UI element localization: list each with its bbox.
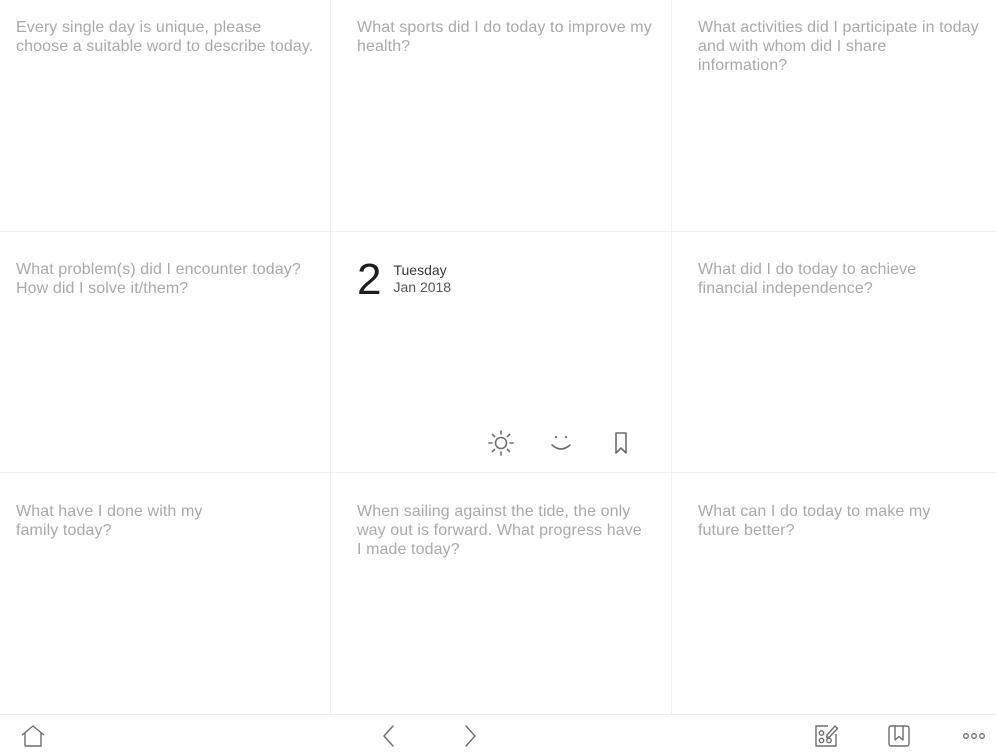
prompt-text: Every single day is unique, please choos… <box>16 19 314 55</box>
more-button[interactable] <box>959 721 989 751</box>
date-meta: Tuesday Jan 2018 <box>393 262 451 296</box>
edit-template-button[interactable] <box>811 721 841 751</box>
prompt-text: What problem(s) did I encounter today? H… <box>16 261 301 297</box>
prompt-text: What sports did I do today to improve my… <box>357 19 652 55</box>
entry-cell-top-right[interactable]: What activities did I participate in tod… <box>672 0 996 232</box>
entry-cell-bottom-center[interactable]: When sailing against the tide, the only … <box>331 473 672 714</box>
prompt-text: When sailing against the tide, the only … <box>357 503 642 558</box>
entry-cell-top-left[interactable]: Every single day is unique, please choos… <box>0 0 331 232</box>
date-block: 2 Tuesday Jan 2018 <box>357 258 655 302</box>
entry-cell-bottom-left[interactable]: What have I done with my family today? <box>0 473 331 714</box>
date-cell: 2 Tuesday Jan 2018 <box>331 232 672 473</box>
bookmark-icon[interactable] <box>606 428 636 458</box>
entry-cell-top-center[interactable]: What sports did I do today to improve my… <box>331 0 672 232</box>
previous-day-button[interactable] <box>374 721 404 751</box>
chevron-right-icon <box>460 723 480 749</box>
prompt-text: What can I do today to make my future be… <box>698 503 931 539</box>
weather-sun-icon[interactable] <box>486 428 516 458</box>
journal-grid: Every single day is unique, please choos… <box>0 0 996 714</box>
bookmark-box-icon <box>886 723 912 749</box>
entry-cell-bottom-right[interactable]: What can I do today to make my future be… <box>672 473 996 714</box>
next-day-button[interactable] <box>455 721 485 751</box>
weekday-label: Tuesday <box>393 262 447 278</box>
home-button[interactable] <box>18 721 48 751</box>
chevron-left-icon <box>379 723 399 749</box>
prompt-text: What did I do today to achieve financial… <box>698 261 917 297</box>
entry-cell-middle-right[interactable]: What did I do today to achieve financial… <box>672 232 996 473</box>
bookmarks-button[interactable] <box>884 721 914 751</box>
month-year-label: Jan 2018 <box>393 279 452 295</box>
day-number: 2 <box>357 255 382 304</box>
bottom-toolbar <box>0 714 996 754</box>
prompt-text: What activities did I participate in tod… <box>698 19 979 74</box>
more-icon <box>961 723 987 749</box>
mood-smile-icon[interactable] <box>546 428 576 458</box>
prompt-text: What have I done with my family today? <box>16 503 203 539</box>
day-attributes <box>486 428 636 458</box>
template-edit-icon <box>813 723 839 749</box>
entry-cell-middle-left[interactable]: What problem(s) did I encounter today? H… <box>0 232 331 473</box>
home-icon <box>20 723 46 749</box>
